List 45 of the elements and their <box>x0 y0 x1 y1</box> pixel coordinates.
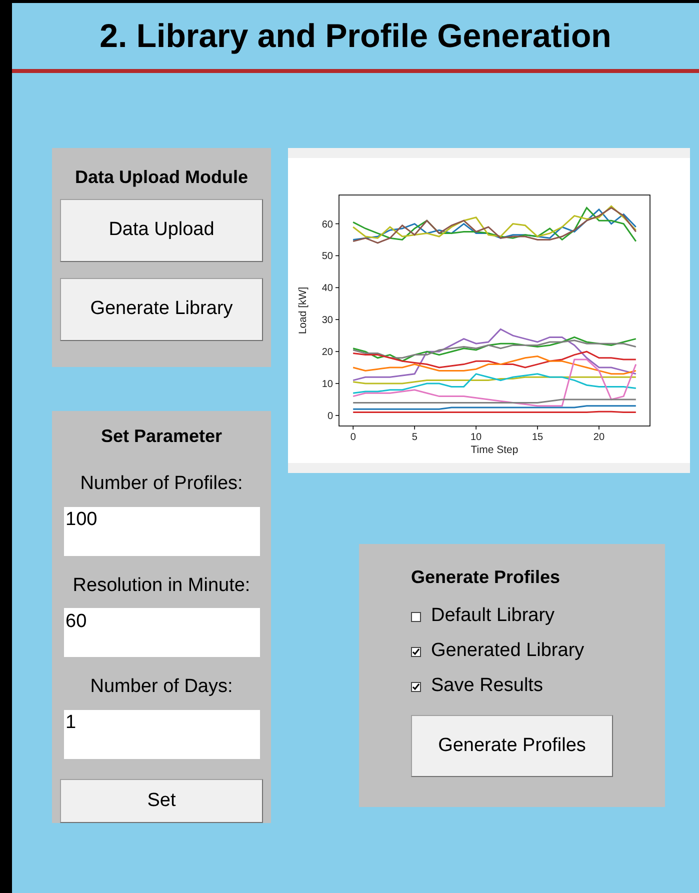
y-tick-label: 0 <box>327 410 333 422</box>
input-field[interactable]: 100 <box>64 506 260 556</box>
y-tick-label: 20 <box>322 347 333 358</box>
y-tick <box>335 255 340 256</box>
checkbox[interactable] <box>411 646 421 656</box>
y-axis-label: Load [kW] <box>297 286 309 334</box>
generate-profiles-button[interactable]: Generate Profiles <box>411 715 613 777</box>
y-tick <box>335 223 340 224</box>
y-tick <box>335 351 340 352</box>
panel-title: Set Parameter <box>100 425 222 448</box>
upload-panel-button[interactable]: Generate Library <box>60 278 263 341</box>
input-field[interactable]: 1 <box>64 710 260 758</box>
x-tick-label: 0 <box>350 432 356 443</box>
x-axis-label: Time Step <box>470 444 518 456</box>
checkbox[interactable] <box>411 612 421 622</box>
field-label: Number of Days: <box>89 675 234 699</box>
panel-title: Data Upload Module <box>74 166 248 189</box>
y-tick <box>335 383 340 384</box>
checkbox-label: Default Library <box>431 604 555 628</box>
y-tick <box>335 319 340 320</box>
y-tick-label: 50 <box>322 251 333 262</box>
x-tick-label: 10 <box>470 432 482 443</box>
checkbox-label: Generated Library <box>431 639 584 664</box>
panel-title: Generate Profiles <box>411 566 562 589</box>
x-tick-label: 5 <box>412 432 418 443</box>
set-button[interactable]: Set <box>60 778 263 823</box>
field-label: Resolution in Minute: <box>72 574 252 598</box>
y-tick-label: 30 <box>322 315 333 326</box>
window-title: 2. Library and Profile Generation <box>100 16 612 56</box>
y-tick-label: 40 <box>322 283 333 294</box>
upload-panel-button[interactable]: Data Upload <box>60 199 263 262</box>
y-tick-label: 10 <box>322 379 333 390</box>
x-tick <box>414 426 415 430</box>
x-tick <box>537 426 538 430</box>
x-tick-label: 15 <box>532 432 544 443</box>
input-field[interactable]: 60 <box>64 608 260 657</box>
y-tick-label: 60 <box>322 219 333 230</box>
field-label: Number of Profiles: <box>79 472 244 496</box>
y-tick <box>335 415 340 416</box>
x-tick <box>598 426 600 430</box>
checkbox[interactable] <box>411 682 421 692</box>
x-tick <box>352 426 354 430</box>
x-tick-label: 20 <box>593 432 605 443</box>
y-tick <box>335 287 340 288</box>
checkbox-label: Save Results <box>431 674 543 698</box>
